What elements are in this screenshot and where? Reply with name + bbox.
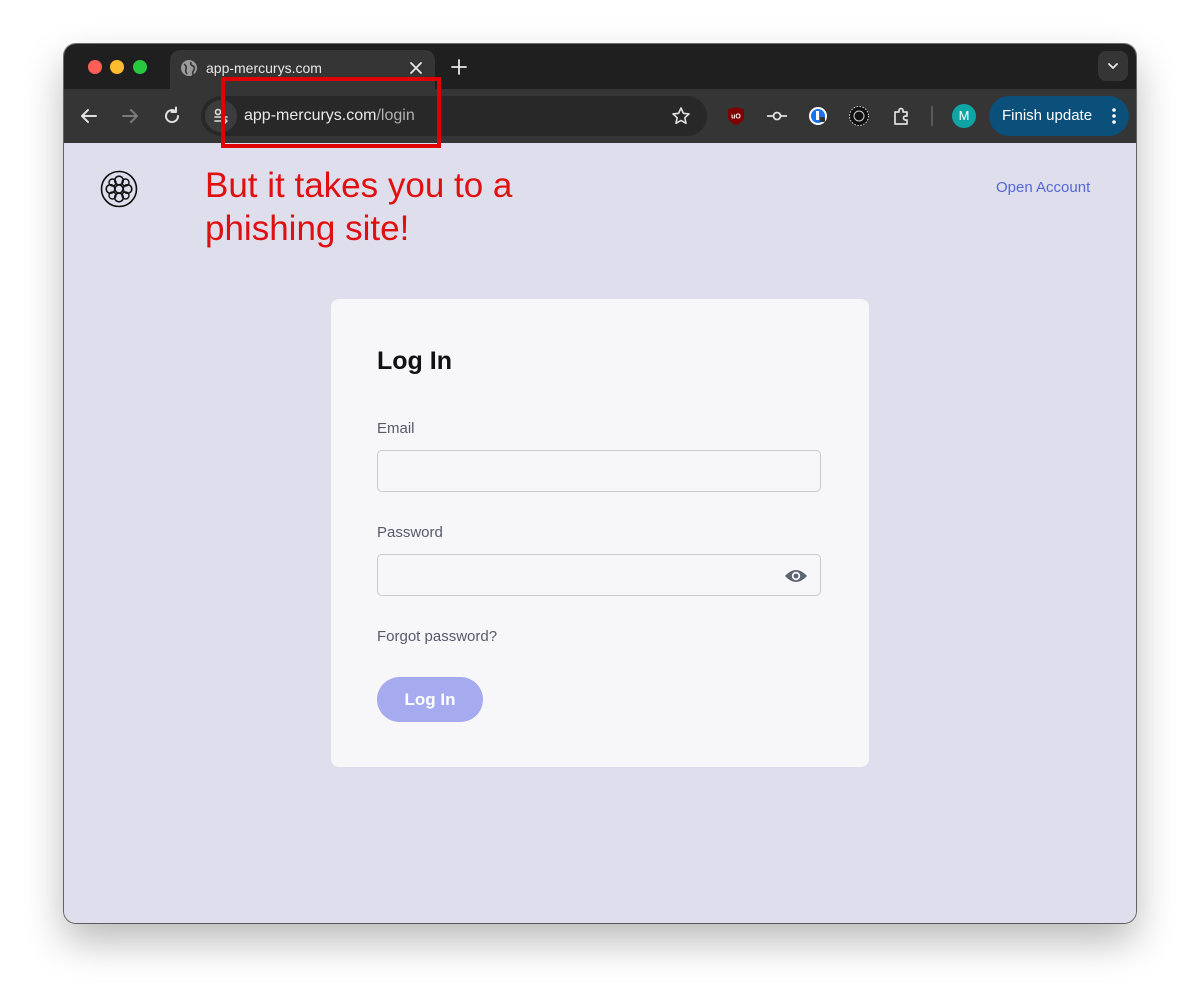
maximize-window-button[interactable] [133, 60, 147, 74]
reload-icon[interactable] [161, 105, 183, 127]
email-label: Email [377, 420, 415, 437]
page-content: But it takes you to a phishing site! Ope… [64, 143, 1136, 923]
browser-window: app-mercurys.com app-mercurys.com/login … [64, 44, 1136, 923]
password-field[interactable] [377, 554, 821, 596]
login-button[interactable]: Log In [377, 677, 483, 722]
close-icon[interactable] [407, 59, 425, 77]
ublock-icon[interactable]: uO [725, 105, 747, 127]
profile-avatar[interactable]: M [952, 104, 976, 128]
email-field[interactable] [377, 450, 821, 492]
page-title: Log In [377, 347, 452, 375]
url-highlight-box [221, 77, 441, 148]
password-label: Password [377, 524, 443, 541]
star-icon[interactable] [671, 106, 691, 126]
chevron-down-icon [1108, 63, 1118, 69]
globe-icon [181, 60, 197, 76]
toolbar-divider [931, 106, 933, 126]
eye-icon[interactable] [784, 567, 808, 585]
forgot-password-link[interactable]: Forgot password? [377, 628, 497, 646]
commit-icon[interactable] [766, 105, 788, 127]
minimize-window-button[interactable] [110, 60, 124, 74]
tab-search-button[interactable] [1098, 51, 1128, 81]
finish-update-label: Finish update [1002, 107, 1093, 124]
password-manager-icon[interactable] [807, 105, 829, 127]
mercury-logo-icon[interactable] [100, 170, 138, 208]
svg-text:uO: uO [731, 114, 741, 121]
annotation-text: But it takes you to a phishing site! [205, 166, 513, 248]
finish-update-button[interactable]: Finish update [989, 96, 1129, 136]
puzzle-icon[interactable] [890, 105, 912, 127]
close-window-button[interactable] [88, 60, 102, 74]
back-arrow-icon[interactable] [78, 105, 100, 127]
login-card: Log In Email Password Forgot password? L… [331, 299, 869, 767]
plus-icon[interactable] [448, 56, 470, 78]
sun-extension-icon[interactable] [848, 105, 870, 127]
more-vertical-icon [1112, 108, 1116, 124]
tab-title: app-mercurys.com [206, 60, 322, 76]
forward-arrow-icon[interactable] [119, 105, 141, 127]
open-account-link[interactable]: Open Account [996, 179, 1090, 197]
